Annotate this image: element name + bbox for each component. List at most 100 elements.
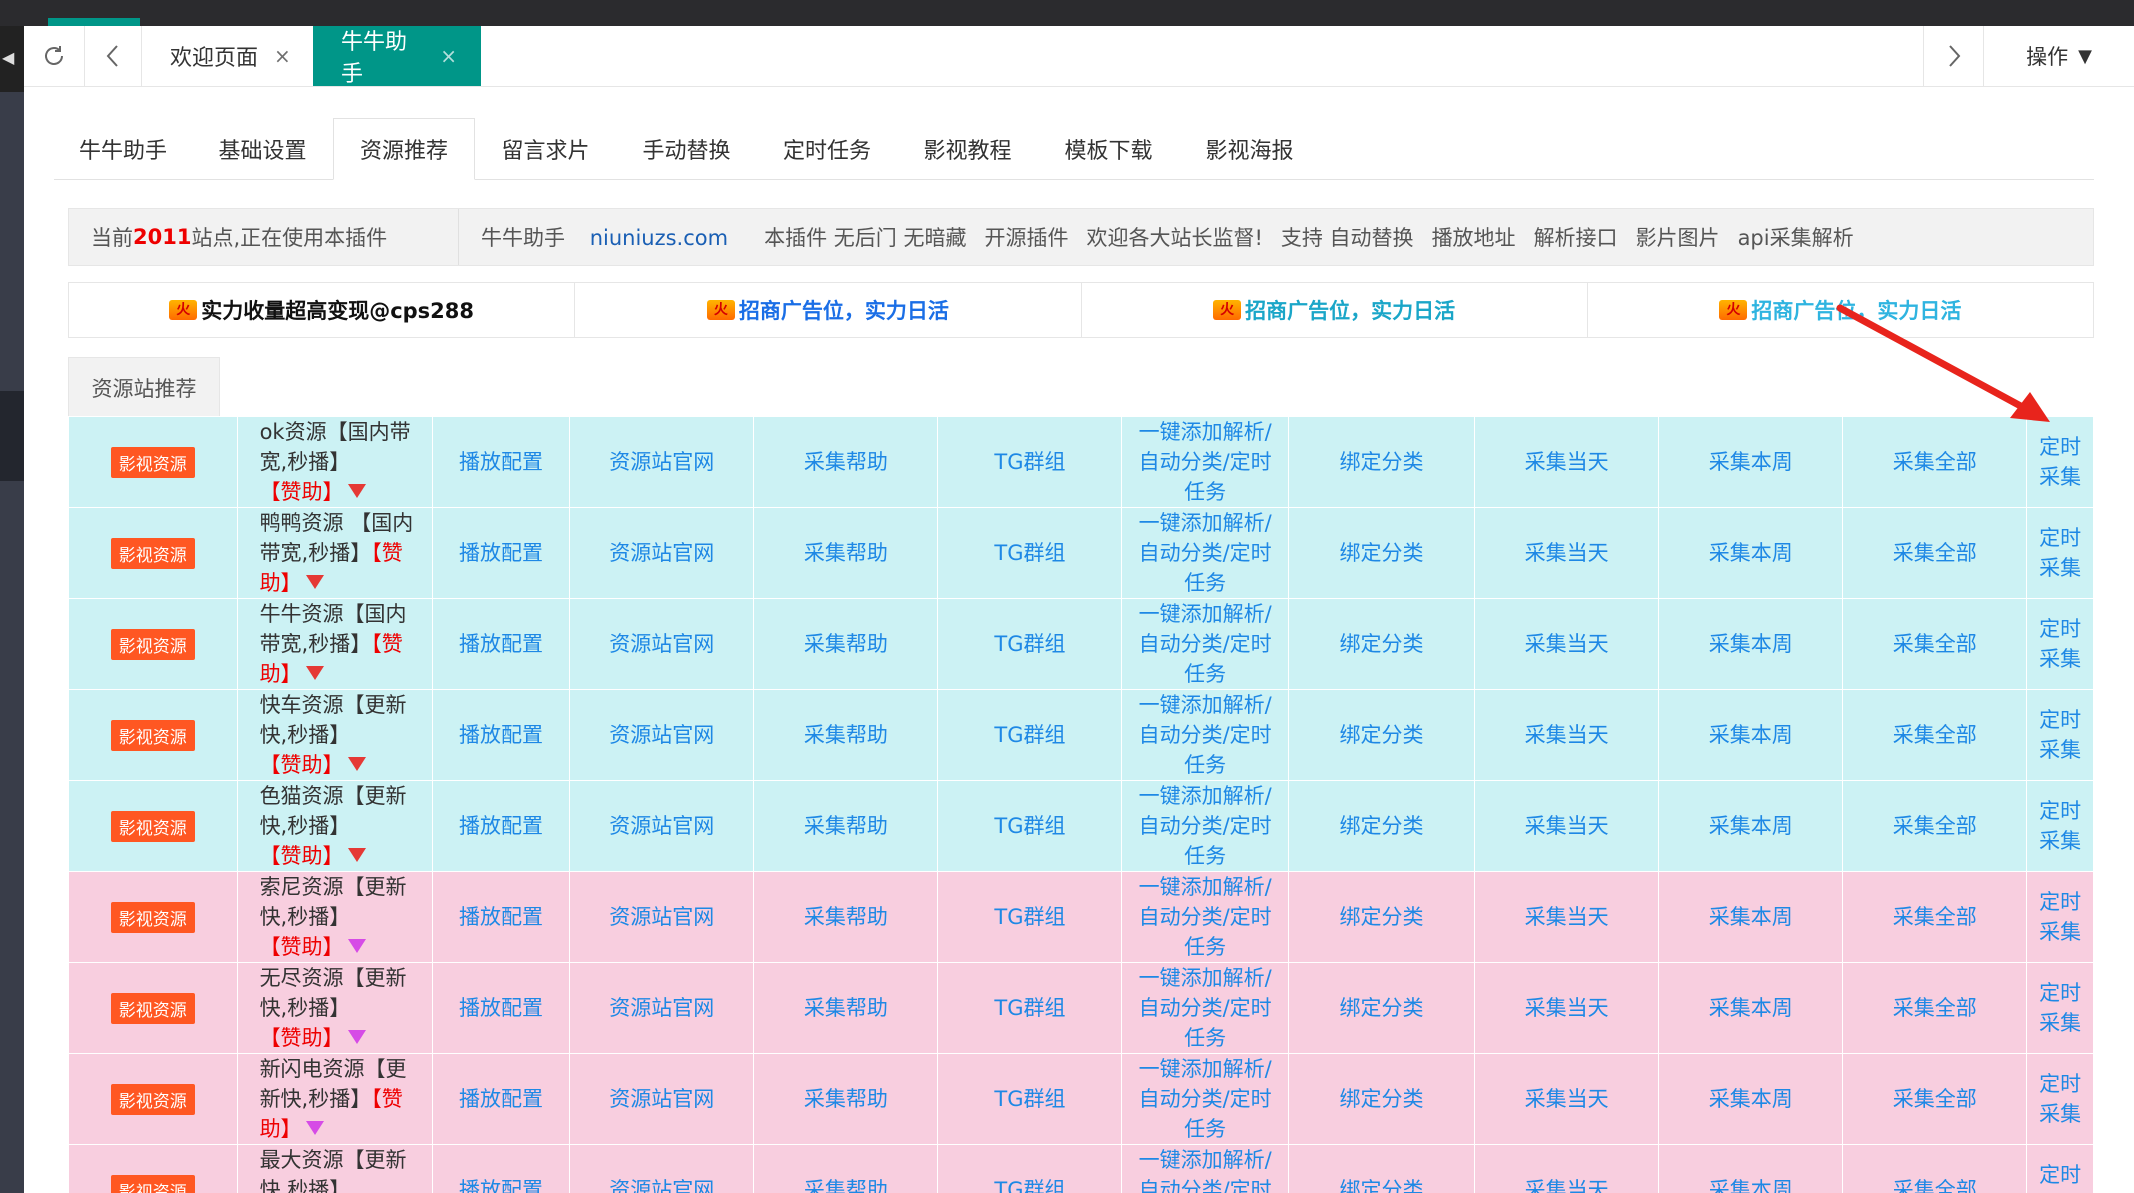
- bind-category-link[interactable]: 绑定分类: [1339, 632, 1423, 656]
- collect-today-link[interactable]: 采集当天: [1525, 1178, 1609, 1193]
- collect-help-link[interactable]: 采集帮助: [804, 905, 888, 929]
- scheduled-collect-link[interactable]: 定时采集: [2039, 617, 2081, 671]
- official-site-link[interactable]: 资源站官网: [609, 723, 714, 747]
- subtab-7[interactable]: 模板下载: [1038, 118, 1179, 179]
- collect-help-link[interactable]: 采集帮助: [804, 814, 888, 838]
- collect-week-link[interactable]: 采集本周: [1709, 1178, 1793, 1193]
- one-click-setup-link[interactable]: 一键添加解析/自动分类/定时任务: [1139, 602, 1272, 686]
- ad-slot-1[interactable]: 火招商广告位，实力日活: [575, 283, 1082, 337]
- official-site-link[interactable]: 资源站官网: [609, 541, 714, 565]
- collect-week-link[interactable]: 采集本周: [1709, 632, 1793, 656]
- official-site-link[interactable]: 资源站官网: [609, 814, 714, 838]
- close-icon[interactable]: ×: [440, 44, 457, 68]
- official-site-link[interactable]: 资源站官网: [609, 1178, 714, 1193]
- scheduled-collect-link[interactable]: 定时采集: [2039, 981, 2081, 1035]
- collect-all-link[interactable]: 采集全部: [1893, 450, 1977, 474]
- one-click-setup-link[interactable]: 一键添加解析/自动分类/定时任务: [1139, 1148, 1272, 1193]
- subtab-0[interactable]: 牛牛助手: [54, 118, 192, 179]
- bind-category-link[interactable]: 绑定分类: [1339, 450, 1423, 474]
- scheduled-collect-link[interactable]: 定时采集: [2039, 1163, 2081, 1193]
- collect-all-link[interactable]: 采集全部: [1893, 814, 1977, 838]
- collect-today-link[interactable]: 采集当天: [1525, 905, 1609, 929]
- refresh-button[interactable]: [24, 26, 85, 86]
- tg-group-link[interactable]: TG群组: [994, 541, 1065, 565]
- official-site-link[interactable]: 资源站官网: [609, 1087, 714, 1111]
- subtab-3[interactable]: 留言求片: [475, 118, 616, 179]
- collect-today-link[interactable]: 采集当天: [1525, 1087, 1609, 1111]
- scheduled-collect-link[interactable]: 定时采集: [2039, 708, 2081, 762]
- brand-site-link[interactable]: niuniuzs.com: [590, 226, 728, 250]
- tg-group-link[interactable]: TG群组: [994, 996, 1065, 1020]
- ad-slot-0[interactable]: 火实力收量超高变现@cps288: [69, 283, 576, 337]
- collect-help-link[interactable]: 采集帮助: [804, 450, 888, 474]
- close-icon[interactable]: ×: [274, 44, 291, 68]
- collect-all-link[interactable]: 采集全部: [1893, 1178, 1977, 1193]
- subtab-4[interactable]: 手动替换: [616, 118, 757, 179]
- play-config-link[interactable]: 播放配置: [459, 1178, 543, 1193]
- collect-help-link[interactable]: 采集帮助: [804, 632, 888, 656]
- bind-category-link[interactable]: 绑定分类: [1339, 1178, 1423, 1193]
- scheduled-collect-link[interactable]: 定时采集: [2039, 435, 2081, 489]
- tab-welcome[interactable]: 欢迎页面 ×: [142, 26, 336, 86]
- collect-week-link[interactable]: 采集本周: [1709, 541, 1793, 565]
- prev-tab-button[interactable]: [85, 26, 142, 86]
- tg-group-link[interactable]: TG群组: [994, 905, 1065, 929]
- subtab-6[interactable]: 影视教程: [897, 118, 1038, 179]
- collect-week-link[interactable]: 采集本周: [1709, 723, 1793, 747]
- collect-today-link[interactable]: 采集当天: [1525, 996, 1609, 1020]
- collect-help-link[interactable]: 采集帮助: [804, 723, 888, 747]
- subtab-5[interactable]: 定时任务: [757, 118, 897, 179]
- rail-collapse-icon[interactable]: ◀: [2, 48, 14, 67]
- play-config-link[interactable]: 播放配置: [459, 996, 543, 1020]
- collect-today-link[interactable]: 采集当天: [1525, 814, 1609, 838]
- collect-help-link[interactable]: 采集帮助: [804, 996, 888, 1020]
- ad-slot-3[interactable]: 火招商广告位，实力日活: [1588, 283, 2093, 337]
- one-click-setup-link[interactable]: 一键添加解析/自动分类/定时任务: [1139, 1057, 1272, 1141]
- bind-category-link[interactable]: 绑定分类: [1339, 996, 1423, 1020]
- tg-group-link[interactable]: TG群组: [994, 1087, 1065, 1111]
- official-site-link[interactable]: 资源站官网: [609, 905, 714, 929]
- official-site-link[interactable]: 资源站官网: [609, 996, 714, 1020]
- one-click-setup-link[interactable]: 一键添加解析/自动分类/定时任务: [1139, 511, 1272, 595]
- play-config-link[interactable]: 播放配置: [459, 723, 543, 747]
- collect-all-link[interactable]: 采集全部: [1893, 905, 1977, 929]
- collect-all-link[interactable]: 采集全部: [1893, 723, 1977, 747]
- tab-niuniu-helper[interactable]: 牛牛助手 ×: [313, 26, 481, 87]
- scheduled-collect-link[interactable]: 定时采集: [2039, 890, 2081, 944]
- collect-all-link[interactable]: 采集全部: [1893, 541, 1977, 565]
- collect-week-link[interactable]: 采集本周: [1709, 1087, 1793, 1111]
- scheduled-collect-link[interactable]: 定时采集: [2039, 526, 2081, 580]
- one-click-setup-link[interactable]: 一键添加解析/自动分类/定时任务: [1139, 420, 1272, 504]
- collect-help-link[interactable]: 采集帮助: [804, 541, 888, 565]
- play-config-link[interactable]: 播放配置: [459, 450, 543, 474]
- bind-category-link[interactable]: 绑定分类: [1339, 723, 1423, 747]
- collect-help-link[interactable]: 采集帮助: [804, 1087, 888, 1111]
- tg-group-link[interactable]: TG群组: [994, 1178, 1065, 1193]
- play-config-link[interactable]: 播放配置: [459, 1087, 543, 1111]
- tg-group-link[interactable]: TG群组: [994, 632, 1065, 656]
- resources-tab[interactable]: 资源站推荐: [68, 357, 220, 417]
- play-config-link[interactable]: 播放配置: [459, 905, 543, 929]
- collect-week-link[interactable]: 采集本周: [1709, 814, 1793, 838]
- collect-all-link[interactable]: 采集全部: [1893, 996, 1977, 1020]
- collect-week-link[interactable]: 采集本周: [1709, 996, 1793, 1020]
- collect-week-link[interactable]: 采集本周: [1709, 905, 1793, 929]
- collect-help-link[interactable]: 采集帮助: [804, 1178, 888, 1193]
- collect-week-link[interactable]: 采集本周: [1709, 450, 1793, 474]
- collect-today-link[interactable]: 采集当天: [1525, 450, 1609, 474]
- play-config-link[interactable]: 播放配置: [459, 541, 543, 565]
- collect-today-link[interactable]: 采集当天: [1525, 723, 1609, 747]
- operations-dropdown[interactable]: 操作 ▼: [1983, 26, 2134, 86]
- scheduled-collect-link[interactable]: 定时采集: [2039, 1072, 2081, 1126]
- subtab-1[interactable]: 基础设置: [192, 118, 333, 179]
- ad-slot-2[interactable]: 火招商广告位，实力日活: [1082, 283, 1588, 337]
- one-click-setup-link[interactable]: 一键添加解析/自动分类/定时任务: [1139, 966, 1272, 1050]
- subtab-2[interactable]: 资源推荐: [333, 118, 475, 180]
- tg-group-link[interactable]: TG群组: [994, 814, 1065, 838]
- bind-category-link[interactable]: 绑定分类: [1339, 541, 1423, 565]
- collect-today-link[interactable]: 采集当天: [1525, 541, 1609, 565]
- scheduled-collect-link[interactable]: 定时采集: [2039, 799, 2081, 853]
- tg-group-link[interactable]: TG群组: [994, 723, 1065, 747]
- one-click-setup-link[interactable]: 一键添加解析/自动分类/定时任务: [1139, 784, 1272, 868]
- bind-category-link[interactable]: 绑定分类: [1339, 905, 1423, 929]
